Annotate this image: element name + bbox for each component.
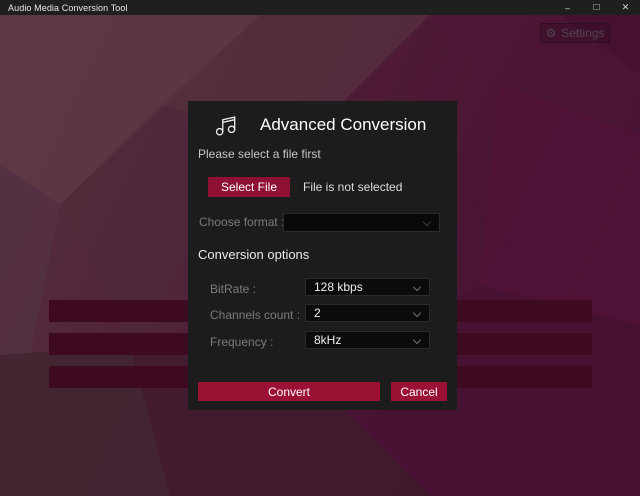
file-status-text: File is not selected <box>303 180 402 194</box>
titlebar: Audio Media Conversion Tool – □ ✕ <box>0 0 640 15</box>
conversion-options-header: Conversion options <box>198 247 309 262</box>
channels-count-label: Channels count : <box>210 308 300 322</box>
format-dropdown[interactable] <box>283 213 440 232</box>
gear-icon: ⚙ <box>545 27 556 39</box>
close-icon: ✕ <box>622 2 630 13</box>
bitrate-label: BitRate : <box>210 282 256 296</box>
advanced-conversion-dialog: Advanced Conversion Please select a file… <box>188 101 457 410</box>
convert-button[interactable]: Convert <box>198 382 380 401</box>
maximize-icon: □ <box>593 2 599 13</box>
select-file-button[interactable]: Select File <box>208 177 290 197</box>
dialog-subtitle: Please select a file first <box>198 147 321 161</box>
channels-count-dropdown[interactable]: 2 <box>305 304 430 322</box>
frequency-value: 8kHz <box>314 333 341 347</box>
settings-label: Settings <box>561 26 604 40</box>
minimize-button[interactable]: – <box>553 0 582 15</box>
choose-format-label: Choose format : <box>199 215 284 229</box>
chevron-down-icon <box>413 336 421 344</box>
frequency-dropdown[interactable]: 8kHz <box>305 331 430 349</box>
channels-count-value: 2 <box>314 306 321 320</box>
music-note-icon <box>214 111 240 144</box>
close-button[interactable]: ✕ <box>611 0 640 15</box>
chevron-down-icon <box>423 218 431 226</box>
maximize-button[interactable]: □ <box>582 0 611 15</box>
settings-button[interactable]: ⚙ Settings <box>540 23 610 43</box>
bitrate-dropdown[interactable]: 128 kbps <box>305 278 430 296</box>
frequency-label: Frequency : <box>210 335 273 349</box>
minimize-icon: – <box>565 3 570 13</box>
dialog-title: Advanced Conversion <box>260 115 426 135</box>
chevron-down-icon <box>413 309 421 317</box>
chevron-down-icon <box>413 283 421 291</box>
window-controls: – □ ✕ <box>553 0 640 15</box>
bitrate-value: 128 kbps <box>314 280 363 294</box>
cancel-button[interactable]: Cancel <box>391 382 447 401</box>
window-title: Audio Media Conversion Tool <box>0 3 128 13</box>
